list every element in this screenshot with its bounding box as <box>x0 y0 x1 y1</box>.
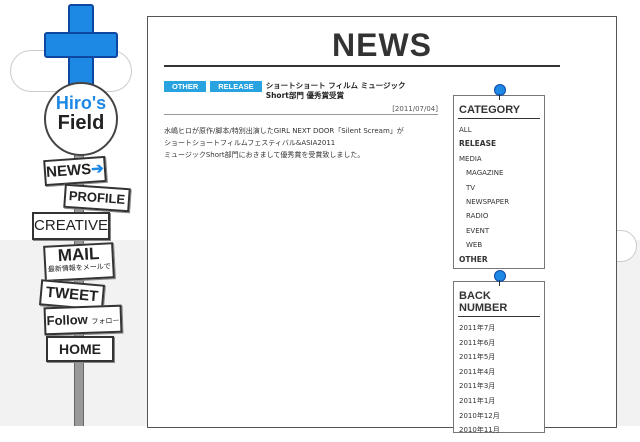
nav-creative-sign[interactable]: CREATIVE <box>32 212 110 240</box>
tag-other[interactable]: OTHER <box>164 81 207 92</box>
news-article: OTHER RELEASE ショートショート フィルム ミュージックShort部門 … <box>164 81 438 159</box>
category-list: ALL RELEASE MEDIA MAGAZINE TV NEWSPAPER … <box>454 123 544 271</box>
archive-link[interactable]: 2011年6月 <box>454 336 544 351</box>
logo-line-2: Field <box>57 111 105 134</box>
category-item-event[interactable]: EVENT <box>454 224 544 238</box>
cross-horizontal <box>44 32 118 58</box>
category-item-all[interactable]: ALL <box>454 123 544 137</box>
signpost-navigation: Hiro's Field NEWS➔ PROFILE CREATIVE MAIL… <box>0 0 150 426</box>
pushpin-icon <box>494 270 506 286</box>
nav-mail-label: MAIL <box>57 243 100 266</box>
nav-home-sign[interactable]: HOME <box>46 336 114 362</box>
archive-link[interactable]: 2010年12月 <box>454 409 544 424</box>
category-box: CATEGORY ALL RELEASE MEDIA MAGAZINE TV N… <box>453 84 545 271</box>
pushpin-icon <box>494 84 506 100</box>
article-title: ショートショート フィルム ミュージックShort部門 優秀賞受賞 <box>265 81 406 100</box>
category-item-radio[interactable]: RADIO <box>454 209 544 223</box>
back-number-box: BACK NUMBER 2011年7月 2011年6月 2011年5月 2011… <box>453 270 545 434</box>
nav-news-sign[interactable]: NEWS➔ <box>43 155 107 187</box>
nav-follow-label: Follow <box>46 311 89 329</box>
archive-link[interactable]: 2010年11月 <box>454 423 544 438</box>
blue-cross-icon <box>44 4 118 88</box>
category-item-other[interactable]: OTHER <box>454 253 544 267</box>
site-logo[interactable]: Hiro's Field <box>44 82 118 156</box>
category-item-media[interactable]: MEDIA <box>454 152 544 166</box>
logo-line-1: Hiro's <box>55 93 107 113</box>
archive-link[interactable]: 2011年7月 <box>454 321 544 336</box>
nav-mail-sublabel: 最新情報をメールで <box>47 263 111 274</box>
nav-profile-sign[interactable]: PROFILE <box>63 183 131 213</box>
arrow-right-icon: ➔ <box>90 160 105 178</box>
category-item-tv[interactable]: TV <box>454 181 544 195</box>
archive-link[interactable]: 2011年5月 <box>454 350 544 365</box>
article-date: [2011/07/04] <box>164 105 438 115</box>
archive-link[interactable]: 2011年4月 <box>454 365 544 380</box>
nav-mail-sign[interactable]: MAIL 最新情報をメールで <box>43 242 115 282</box>
category-item-magazine[interactable]: MAGAZINE <box>454 166 544 180</box>
article-body: 水嶋ヒロが原作/脚本/特別出演したGIRL NEXT DOOR「Silent S… <box>164 127 404 159</box>
category-item-web[interactable]: WEB <box>454 238 544 252</box>
nav-news-label: NEWS <box>45 160 92 181</box>
back-number-list: 2011年7月 2011年6月 2011年5月 2011年4月 2011年3月 … <box>454 321 544 442</box>
page-title: NEWS <box>332 27 432 63</box>
category-item-release[interactable]: RELEASE <box>454 137 544 151</box>
main-content-panel: NEWS OTHER RELEASE ショートショート フィルム ミュージックSho… <box>147 16 617 434</box>
archive-link[interactable]: 2011年1月 <box>454 394 544 409</box>
category-item-newspaper[interactable]: NEWSPAPER <box>454 195 544 209</box>
title-divider <box>164 65 560 67</box>
archive-link[interactable]: 2011年3月 <box>454 379 544 394</box>
back-number-heading: BACK NUMBER <box>458 282 540 317</box>
tag-release[interactable]: RELEASE <box>210 81 262 92</box>
nav-follow-sign[interactable]: Follow フォローする <box>43 304 123 353</box>
